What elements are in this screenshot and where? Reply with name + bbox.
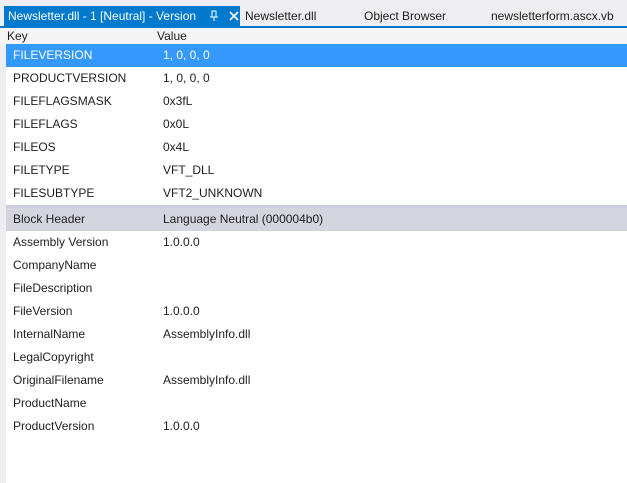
row-value[interactable]: VFT2_UNKNOWN	[163, 182, 262, 205]
row-key: ProductName	[13, 396, 87, 410]
column-header-key[interactable]: Key	[7, 28, 28, 44]
tab-object-browser[interactable]: Object Browser	[364, 6, 446, 26]
version-resource-editor: Newsletter.dll - 1 [Neutral] - Version N…	[0, 0, 627, 483]
table-row[interactable]: FILETYPE VFT_DLL	[6, 159, 627, 182]
row-key: FILEVERSION	[13, 48, 93, 62]
tab-newsletter-dll[interactable]: Newsletter.dll	[245, 6, 316, 26]
table-row[interactable]: PRODUCTVERSION 1, 0, 0, 0	[6, 67, 627, 90]
close-icon[interactable]	[228, 9, 240, 23]
row-value[interactable]: AssemblyInfo.dll	[163, 369, 250, 392]
column-header: Key Value	[0, 28, 627, 45]
tab-label: Newsletter.dll - 1 [Neutral] - Version	[8, 9, 197, 23]
table-row[interactable]: FILEFLAGSMASK 0x3fL	[6, 90, 627, 113]
row-key: FileDescription	[13, 281, 93, 295]
table-row[interactable]: FILEFLAGS 0x0L	[6, 113, 627, 136]
row-value[interactable]: 1, 0, 0, 0	[163, 67, 210, 90]
table-row[interactable]: LegalCopyright	[6, 346, 627, 369]
table-row[interactable]: InternalName AssemblyInfo.dll	[6, 323, 627, 346]
row-key: FILEOS	[13, 140, 56, 154]
row-value[interactable]: 1.0.0.0	[163, 300, 200, 323]
column-header-value[interactable]: Value	[157, 28, 187, 44]
table-row[interactable]: FILEOS 0x4L	[6, 136, 627, 159]
row-value[interactable]: VFT_DLL	[163, 159, 214, 182]
table-row[interactable]: FILESUBTYPE VFT2_UNKNOWN	[6, 182, 627, 205]
pin-icon[interactable]	[209, 10, 219, 22]
block-header-row[interactable]: Block Header Language Neutral (000004b0)	[6, 208, 627, 231]
document-tab-strip: Newsletter.dll - 1 [Neutral] - Version N…	[0, 0, 627, 26]
table-row[interactable]: FileDescription	[6, 277, 627, 300]
row-key: InternalName	[13, 327, 86, 341]
row-key: PRODUCTVERSION	[13, 71, 127, 85]
row-key: LegalCopyright	[13, 350, 94, 364]
row-value[interactable]: Language Neutral (000004b0)	[163, 208, 323, 231]
row-key: FILEFLAGSMASK	[13, 94, 112, 108]
row-key: FILESUBTYPE	[13, 186, 95, 200]
row-key: CompanyName	[13, 258, 97, 272]
tab-newsletter-dll-version[interactable]: Newsletter.dll - 1 [Neutral] - Version	[4, 6, 240, 26]
row-key: Block Header	[13, 212, 86, 226]
row-value[interactable]: AssemblyInfo.dll	[163, 323, 250, 346]
table-row[interactable]: OriginalFilename AssemblyInfo.dll	[6, 369, 627, 392]
row-key: ProductVersion	[13, 419, 95, 433]
version-table: FILEVERSION 1, 0, 0, 0 PRODUCTVERSION 1,…	[6, 44, 627, 483]
row-key: FILEFLAGS	[13, 117, 78, 131]
row-key: Assembly Version	[13, 235, 109, 249]
table-row[interactable]: FILEVERSION 1, 0, 0, 0	[6, 44, 627, 67]
row-value[interactable]: 1.0.0.0	[163, 415, 200, 438]
table-row[interactable]: ProductName	[6, 392, 627, 415]
row-key: OriginalFilename	[13, 373, 104, 387]
row-value[interactable]: 1.0.0.0	[163, 231, 200, 254]
row-value[interactable]: 0x4L	[163, 136, 189, 159]
row-value[interactable]: 0x3fL	[163, 90, 192, 113]
table-row[interactable]: FileVersion 1.0.0.0	[6, 300, 627, 323]
table-row[interactable]: CompanyName	[6, 254, 627, 277]
row-key: FILETYPE	[13, 163, 70, 177]
table-row[interactable]: Assembly Version 1.0.0.0	[6, 231, 627, 254]
row-key: FileVersion	[13, 304, 73, 318]
table-row[interactable]: ProductVersion 1.0.0.0	[6, 415, 627, 438]
row-value[interactable]: 0x0L	[163, 113, 189, 136]
tab-newsletterform-ascx-vb[interactable]: newsletterform.ascx.vb	[491, 6, 614, 26]
row-value[interactable]: 1, 0, 0, 0	[163, 44, 210, 67]
